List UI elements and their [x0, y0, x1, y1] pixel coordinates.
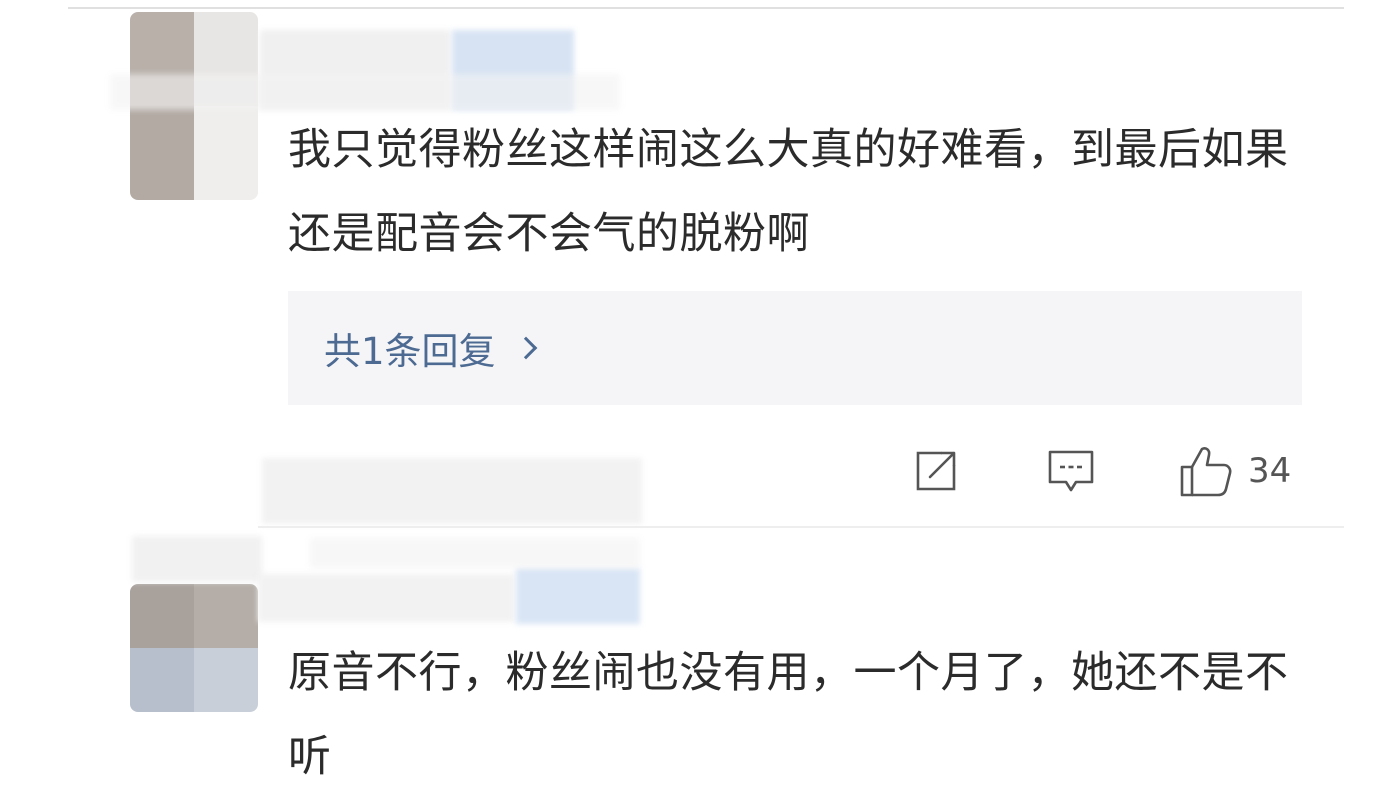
username-redacted[interactable] [258, 574, 514, 622]
comment-item: 原音不行，粉丝闹也没有用，一个月了，她还不是不听 [0, 528, 1400, 782]
repost-button[interactable] [912, 440, 960, 502]
meta-redacted [110, 74, 620, 110]
comment-item: 我只觉得粉丝这样闹这么大真的好难看，到最后如果还是配音会不会气的脱粉啊 共1条回… [0, 0, 1400, 530]
comment-icon [1048, 450, 1094, 492]
avatar[interactable] [130, 584, 258, 712]
reply-summary-label: 共1条回复 [324, 330, 496, 373]
username-redacted-highlight [516, 568, 640, 624]
comment-text: 原音不行，粉丝闹也没有用，一个月了，她还不是不听 [288, 648, 1289, 782]
comment-actions: 34 [900, 440, 1310, 502]
like-icon [1180, 447, 1232, 497]
like-count: 34 [1248, 451, 1292, 491]
meta-redacted [310, 538, 640, 568]
avatar-blur-top [132, 536, 262, 582]
comment-text: 我只觉得粉丝这样闹这么大真的好难看，到最后如果还是配音会不会气的脱粉啊 [288, 125, 1289, 259]
chevron-right-icon [514, 336, 537, 360]
like-button[interactable]: 34 [1178, 440, 1291, 502]
comment-button[interactable] [1046, 440, 1096, 502]
repost-icon [916, 451, 956, 491]
reply-summary-link[interactable]: 共1条回复 [288, 291, 1302, 405]
footer-redacted [262, 458, 642, 524]
